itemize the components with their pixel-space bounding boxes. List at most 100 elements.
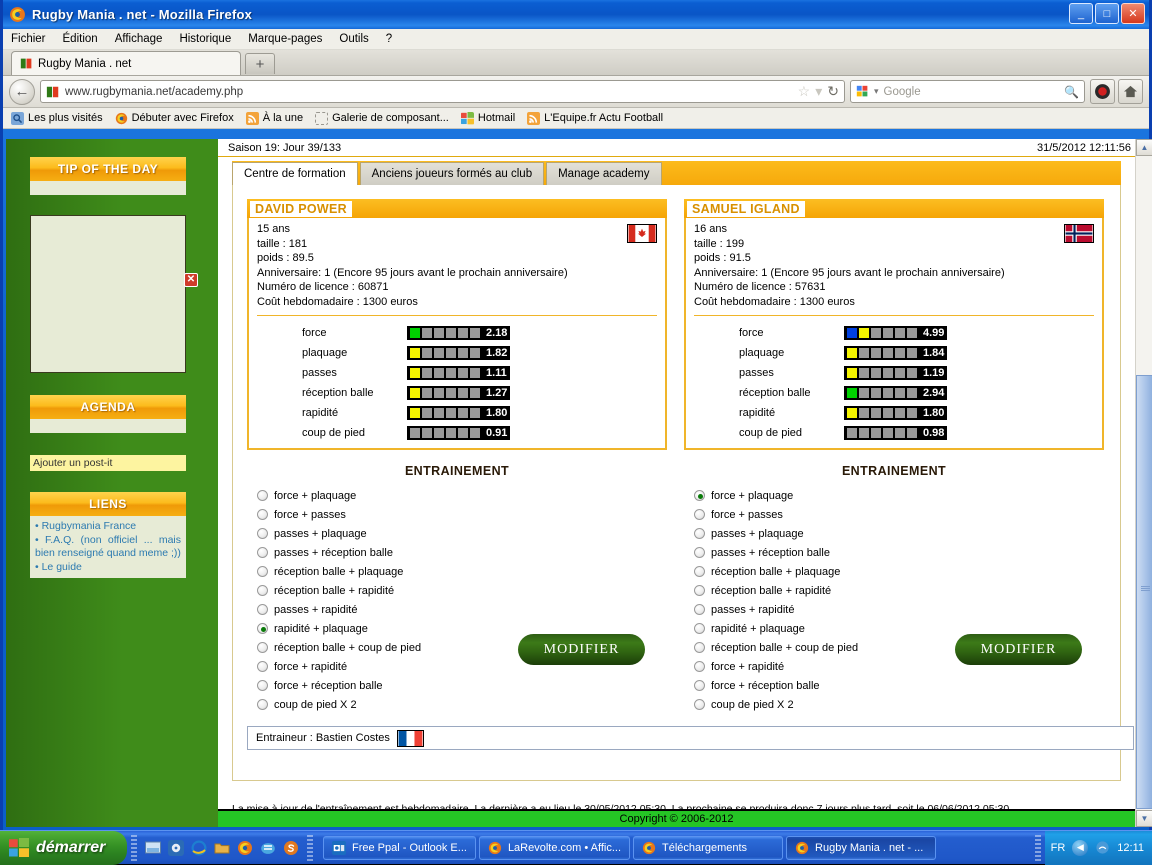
training-option[interactable]: rapidité + plaquage	[257, 619, 497, 638]
task-button[interactable]: Rugby Mania . net - ...	[786, 835, 937, 860]
training-option[interactable]: réception balle + plaquage	[694, 562, 934, 581]
training-option[interactable]: passes + réception balle	[257, 543, 497, 562]
skype-icon[interactable]	[283, 840, 299, 856]
radio-icon[interactable]	[694, 661, 705, 672]
radio-icon[interactable]	[257, 566, 268, 577]
modifier-button[interactable]: MODIFIER	[518, 634, 645, 665]
tab-anciens-joueurs[interactable]: Anciens joueurs formés au club	[359, 162, 545, 185]
bookmark-a-la-une[interactable]: À la une	[245, 111, 303, 125]
menu-help[interactable]: ?	[386, 33, 392, 45]
training-option[interactable]: coup de pied X 2	[694, 695, 934, 714]
link-item[interactable]: Rugbymania France	[35, 520, 181, 534]
menu-outils[interactable]: Outils	[339, 33, 368, 45]
training-option[interactable]: passes + rapidité	[257, 600, 497, 619]
bookmark-most-visited[interactable]: Les plus visités	[11, 111, 103, 125]
reload-icon[interactable]: ↻	[827, 83, 839, 100]
radio-icon[interactable]	[257, 680, 268, 691]
radio-icon[interactable]	[257, 490, 268, 501]
vertical-scrollbar[interactable]: ▲ ▼	[1135, 139, 1152, 827]
training-option[interactable]: force + réception balle	[257, 676, 497, 695]
radio-icon[interactable]	[694, 623, 705, 634]
radio-icon[interactable]	[694, 604, 705, 615]
close-button[interactable]: ✕	[1121, 3, 1145, 24]
radio-icon[interactable]	[257, 585, 268, 596]
menu-affichage[interactable]: Affichage	[115, 33, 163, 45]
radio-icon[interactable]	[694, 509, 705, 520]
training-option[interactable]: passes + rapidité	[694, 600, 934, 619]
training-option[interactable]: force + rapidité	[257, 657, 497, 676]
new-tab-button[interactable]: +	[245, 53, 275, 74]
radio-icon[interactable]	[694, 490, 705, 501]
training-option[interactable]: rapidité + plaquage	[694, 619, 934, 638]
training-option[interactable]: réception balle + rapidité	[694, 581, 934, 600]
radio-icon[interactable]	[694, 642, 705, 653]
bookmark-galerie[interactable]: Galerie de composant...	[315, 111, 449, 125]
task-button[interactable]: Téléchargements	[633, 835, 784, 860]
bookmark-debuter-firefox[interactable]: Débuter avec Firefox	[115, 112, 234, 125]
back-button[interactable]: ←	[9, 78, 35, 105]
radio-icon[interactable]	[694, 699, 705, 710]
start-button[interactable]: démarrer	[0, 830, 127, 865]
modifier-button[interactable]: MODIFIER	[955, 634, 1082, 665]
training-option[interactable]: force + plaquage	[694, 486, 934, 505]
tab-centre-de-formation[interactable]: Centre de formation	[232, 162, 358, 185]
language-indicator[interactable]: FR	[1051, 842, 1066, 854]
home-button[interactable]	[1118, 79, 1143, 104]
scroll-up-button[interactable]: ▲	[1136, 139, 1152, 156]
radio-icon[interactable]	[694, 585, 705, 596]
radio-icon[interactable]	[694, 547, 705, 558]
link-item[interactable]: F.A.Q. (non officiel ... mais bien rense…	[35, 534, 181, 561]
search-icon[interactable]: 🔍	[1064, 85, 1079, 99]
firefox-icon[interactable]	[237, 840, 253, 856]
minimize-button[interactable]: _	[1069, 3, 1093, 24]
radio-icon[interactable]	[257, 509, 268, 520]
radio-icon[interactable]	[257, 547, 268, 558]
training-option[interactable]: force + plaquage	[257, 486, 497, 505]
radio-icon[interactable]	[694, 680, 705, 691]
search-input[interactable]: Google	[884, 86, 1060, 98]
training-option[interactable]: passes + plaquage	[257, 524, 497, 543]
menu-fichier[interactable]: Fichier	[11, 33, 46, 45]
tray-app-icon[interactable]	[1095, 840, 1110, 855]
training-option[interactable]: passes + réception balle	[694, 543, 934, 562]
training-option[interactable]: coup de pied X 2	[257, 695, 497, 714]
training-option[interactable]: passes + plaquage	[694, 524, 934, 543]
search-engine-chevron-icon[interactable]: ▾	[874, 86, 879, 97]
radio-icon[interactable]	[257, 642, 268, 653]
menu-historique[interactable]: Historique	[179, 33, 231, 45]
msn-icon[interactable]	[260, 840, 276, 856]
radio-icon[interactable]	[257, 604, 268, 615]
training-option[interactable]: réception balle + coup de pied	[257, 638, 497, 657]
training-option[interactable]: force + passes	[257, 505, 497, 524]
menu-marque-pages[interactable]: Marque-pages	[248, 33, 322, 45]
media-icon[interactable]	[168, 839, 184, 856]
scroll-down-button[interactable]: ▼	[1136, 810, 1152, 827]
bookmark-lequipe[interactable]: L'Equipe.fr Actu Football	[527, 111, 663, 125]
record-button[interactable]	[1090, 79, 1115, 104]
task-button[interactable]: Free Ppal - Outlook E...	[323, 835, 476, 860]
url-bar[interactable]: www.rugbymania.net/academy.php ☆ ▾ ↻	[40, 80, 845, 103]
radio-icon[interactable]	[257, 699, 268, 710]
radio-icon[interactable]	[257, 623, 268, 634]
radio-icon[interactable]	[694, 528, 705, 539]
close-icon[interactable]: ✕	[184, 273, 198, 287]
training-option[interactable]: réception balle + coup de pied	[694, 638, 934, 657]
training-option[interactable]: réception balle + rapidité	[257, 581, 497, 600]
show-desktop-icon[interactable]	[145, 840, 161, 856]
radio-icon[interactable]	[257, 661, 268, 672]
link-item[interactable]: Le guide	[35, 561, 181, 575]
internet-explorer-icon[interactable]	[191, 839, 207, 856]
chevron-down-icon[interactable]: ▾	[815, 83, 822, 100]
training-option[interactable]: force + rapidité	[694, 657, 934, 676]
training-option[interactable]: force + passes	[694, 505, 934, 524]
tab-manage-academy[interactable]: Manage academy	[546, 162, 662, 185]
folder-icon[interactable]	[214, 840, 230, 856]
bookmark-star-icon[interactable]: ☆	[798, 83, 811, 100]
maximize-button[interactable]: □	[1095, 3, 1119, 24]
scrollbar-thumb[interactable]	[1136, 375, 1152, 809]
radio-icon[interactable]	[694, 566, 705, 577]
add-postit-link[interactable]: Ajouter un post-it	[30, 455, 186, 471]
search-bar[interactable]: ▾ Google 🔍	[850, 80, 1085, 103]
browser-tab[interactable]: Rugby Mania . net	[11, 51, 241, 75]
training-option[interactable]: réception balle + plaquage	[257, 562, 497, 581]
